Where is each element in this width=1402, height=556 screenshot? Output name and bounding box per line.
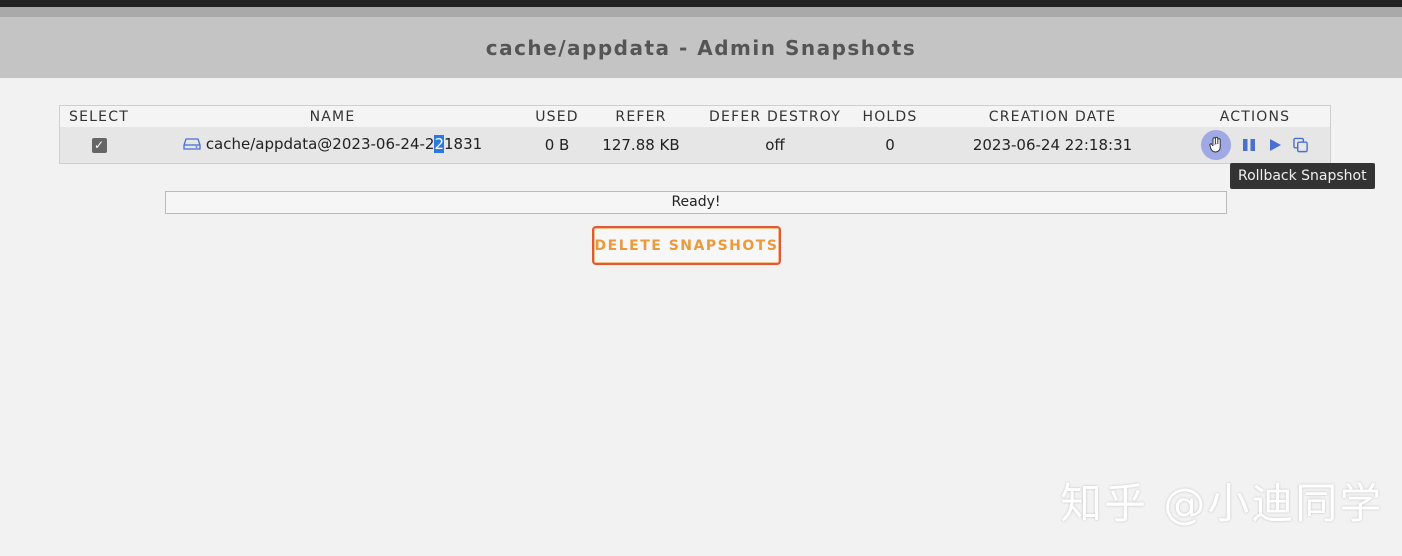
snapshot-name-suffix: 1831 xyxy=(444,135,483,153)
status-bar: Ready! xyxy=(165,191,1227,214)
snapshots-table: SELECT NAME USED REFER DEFER DESTROY HOL… xyxy=(59,105,1331,164)
rollback-icon[interactable] xyxy=(1201,130,1231,160)
col-used[interactable]: USED xyxy=(527,105,587,127)
col-actions: ACTIONS xyxy=(1180,105,1331,127)
col-defer-destroy[interactable]: DEFER DESTROY xyxy=(695,105,855,127)
pause-icon[interactable] xyxy=(1241,137,1257,153)
col-creation-date[interactable]: CREATION DATE xyxy=(925,105,1180,127)
refer-cell: 127.88 KB xyxy=(587,127,695,164)
drive-icon xyxy=(183,138,201,150)
holds-cell: 0 xyxy=(855,127,925,164)
defer-destroy-cell: off xyxy=(695,127,855,164)
top-bar-shadow xyxy=(0,7,1402,17)
top-bar xyxy=(0,0,1402,7)
text-selection-highlight: 2 xyxy=(434,135,444,153)
col-refer[interactable]: REFER xyxy=(587,105,695,127)
table-header-row: SELECT NAME USED REFER DEFER DESTROY HOL… xyxy=(59,105,1331,127)
play-icon[interactable] xyxy=(1267,137,1283,153)
col-name[interactable]: NAME xyxy=(138,105,527,127)
name-cell: cache/appdata@2023-06-24-221831 xyxy=(138,127,527,164)
page-title: cache/appdata - Admin Snapshots xyxy=(485,35,917,60)
delete-snapshots-button[interactable]: DELETE SNAPSHOTS xyxy=(592,226,781,265)
copy-icon[interactable] xyxy=(1293,137,1309,153)
watermark: 知乎 @小迪同学 xyxy=(1060,479,1384,528)
snapshot-name-prefix: cache/appdata@2023-06-24-2 xyxy=(205,135,435,153)
used-cell: 0 B xyxy=(527,127,587,164)
col-holds[interactable]: HOLDS xyxy=(855,105,925,127)
actions-cell xyxy=(1180,127,1331,164)
select-cell: ✓ xyxy=(59,127,138,164)
col-select[interactable]: SELECT xyxy=(59,105,138,127)
snapshot-name[interactable]: cache/appdata@2023-06-24-221831 xyxy=(206,135,482,153)
table-row: ✓ cache/appdata@2023-06-24-221831 0 B 12… xyxy=(59,127,1331,164)
checkbox-checked-icon[interactable]: ✓ xyxy=(91,138,107,153)
rollback-tooltip: Rollback Snapshot xyxy=(1230,163,1375,189)
creation-date-cell: 2023-06-24 22:18:31 xyxy=(925,127,1180,164)
title-bar: cache/appdata - Admin Snapshots xyxy=(0,17,1402,78)
